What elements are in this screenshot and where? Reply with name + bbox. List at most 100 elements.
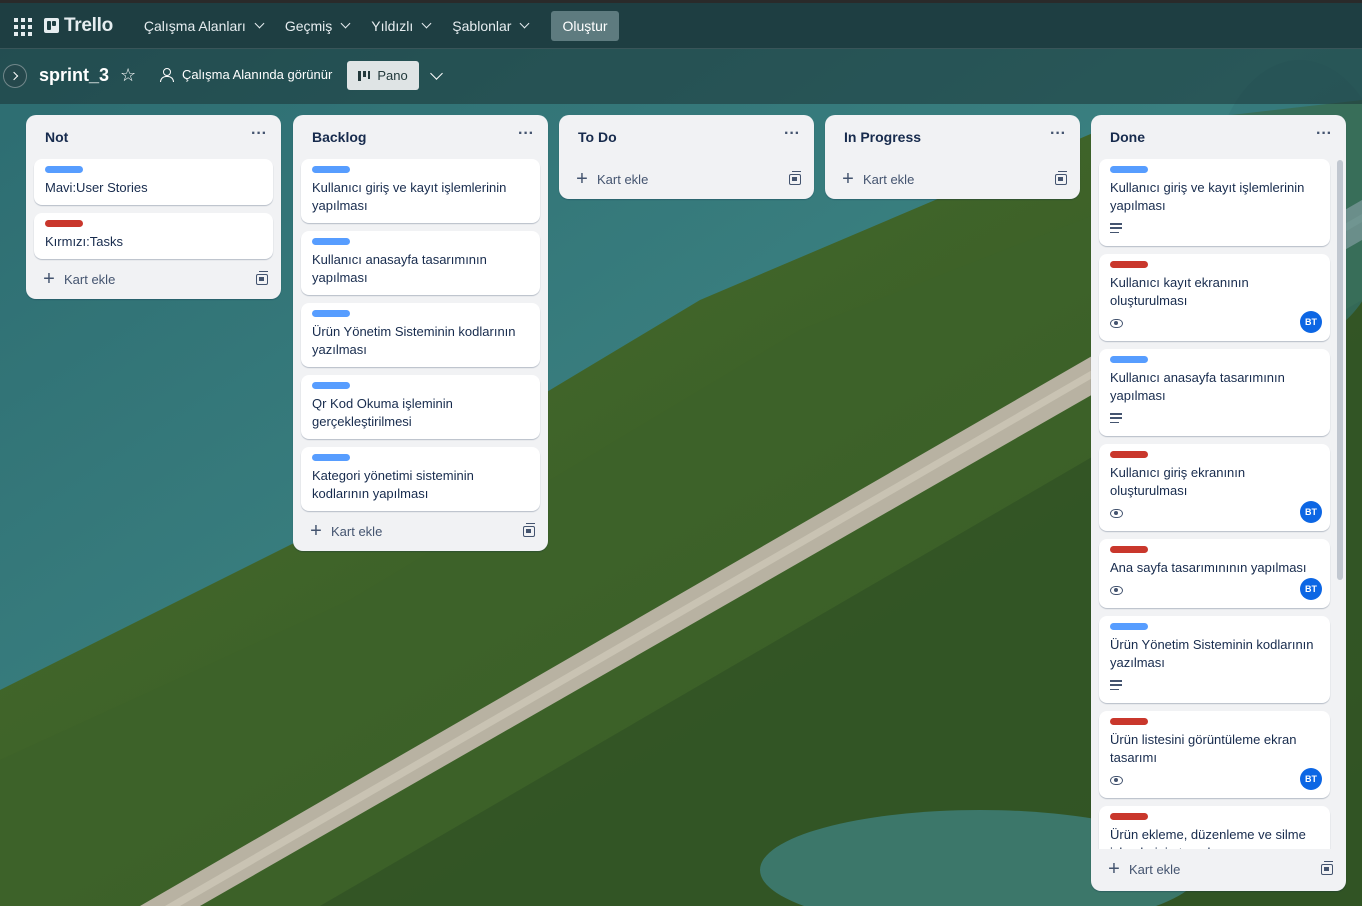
label-blue[interactable]	[45, 166, 83, 173]
card[interactable]: Kullanıcı giriş ve kayıt işlemlerinin ya…	[1099, 159, 1330, 246]
member-avatar[interactable]: BT	[1300, 311, 1322, 333]
list-title[interactable]: In Progress	[844, 129, 921, 145]
card[interactable]: Kullanıcı kayıt ekranının oluşturulması …	[1099, 254, 1330, 341]
label-red[interactable]	[1110, 546, 1148, 553]
visibility-label: Çalışma Alanında görünür	[182, 67, 333, 82]
nav-starred[interactable]: Yıldızlı	[360, 10, 441, 42]
plus-icon: +	[576, 168, 588, 190]
visibility-button[interactable]: Çalışma Alanında görünür	[160, 67, 332, 82]
nav-workspaces[interactable]: Çalışma Alanları	[133, 10, 274, 42]
watching-eye-icon	[1110, 318, 1123, 328]
watching-eye-icon	[1110, 585, 1123, 595]
label-blue[interactable]	[1110, 623, 1148, 630]
card-title: Kullanıcı anasayfa tasarımının yapılması	[312, 252, 487, 285]
card[interactable]: Kullanıcı giriş ve kayıt işlemlerinin ya…	[301, 159, 540, 223]
member-avatar[interactable]: BT	[1300, 578, 1322, 600]
label-blue[interactable]	[1110, 356, 1148, 363]
list-title[interactable]: Backlog	[312, 129, 366, 145]
nav-starred-label: Yıldızlı	[371, 17, 414, 34]
card[interactable]: Kırmızı:Tasks	[34, 213, 273, 259]
add-card-label: Kart ekle	[331, 523, 383, 539]
board-header: sprint_3 ☆ Çalışma Alanında görünür Pano	[0, 49, 1362, 104]
list-menu-icon[interactable]: ···	[1316, 126, 1332, 145]
top-navigation-bar: Trello Çalışma Alanları Geçmiş Yıldızlı …	[0, 0, 1362, 49]
done-card-container: Kullanıcı giriş ve kayıt işlemlerinin ya…	[1091, 159, 1346, 849]
trello-logo-icon	[44, 18, 59, 33]
add-card-label: Kart ekle	[1129, 861, 1181, 877]
add-card-label: Kart ekle	[863, 171, 915, 187]
star-icon[interactable]: ☆	[120, 65, 136, 85]
card-title: Ürün Yönetim Sisteminin kodlarının yazıl…	[312, 324, 516, 357]
add-card-button[interactable]: + Kart ekle	[309, 520, 383, 542]
board-view-button[interactable]: Pano	[347, 61, 419, 90]
add-card-button[interactable]: + Kart ekle	[841, 168, 915, 190]
add-card-button[interactable]: + Kart ekle	[575, 168, 649, 190]
label-blue[interactable]	[312, 310, 350, 317]
list-menu-icon[interactable]: ···	[784, 126, 800, 145]
card[interactable]: Qr Kod Okuma işleminin gerçekleştirilmes…	[301, 375, 540, 439]
add-card-button[interactable]: + Kart ekle	[42, 268, 115, 290]
list-title[interactable]: Done	[1110, 129, 1145, 145]
board-view-icon	[358, 70, 371, 81]
list-menu-icon[interactable]: ···	[518, 126, 534, 145]
card[interactable]: Ürün ekleme, düzenleme ve silme işlemler…	[1099, 806, 1330, 849]
label-red[interactable]	[1110, 451, 1148, 458]
plus-icon: +	[43, 268, 55, 290]
member-avatar[interactable]: BT	[1300, 768, 1322, 790]
list-menu-icon[interactable]: ···	[251, 126, 267, 145]
member-avatar[interactable]: BT	[1300, 501, 1322, 523]
create-from-template-icon[interactable]	[523, 522, 535, 537]
card[interactable]: Kategori yönetimi sisteminin kodlarının …	[301, 447, 540, 511]
add-card-label: Kart ekle	[597, 171, 649, 187]
card[interactable]: Ana sayfa tasarımınının yapılması BT	[1099, 539, 1330, 608]
add-card-row: + Kart ekle	[825, 159, 1080, 199]
label-blue[interactable]	[312, 454, 350, 461]
create-from-template-icon[interactable]	[1055, 170, 1067, 185]
card[interactable]: Ürün listesini görüntüleme ekran tasarım…	[1099, 711, 1330, 798]
nav-templates-label: Şablonlar	[452, 17, 512, 34]
card[interactable]: Kullanıcı giriş ekranının oluşturulması …	[1099, 444, 1330, 531]
nav-workspaces-label: Çalışma Alanları	[143, 17, 246, 34]
card-title: Kategori yönetimi sisteminin kodlarının …	[312, 468, 474, 501]
board-title[interactable]: sprint_3	[39, 65, 109, 86]
card[interactable]: Kullanıcı anasayfa tasarımının yapılması	[1099, 349, 1330, 436]
label-red[interactable]	[45, 220, 83, 227]
view-switcher-chevron-icon[interactable]	[430, 67, 443, 80]
card[interactable]: Mavi:User Stories	[34, 159, 273, 205]
chevron-right-icon	[9, 71, 18, 81]
label-blue[interactable]	[312, 238, 350, 245]
label-red[interactable]	[1110, 261, 1148, 268]
logo-text: Trello	[64, 14, 113, 36]
label-red[interactable]	[1110, 718, 1148, 725]
label-blue[interactable]	[1110, 166, 1148, 173]
create-from-template-icon[interactable]	[256, 270, 268, 285]
card[interactable]: Ürün Yönetim Sisteminin kodlarının yazıl…	[301, 303, 540, 367]
watching-eye-icon	[1110, 508, 1123, 518]
trello-logo[interactable]: Trello	[44, 15, 113, 37]
nav-templates[interactable]: Şablonlar	[441, 10, 539, 42]
list-title[interactable]: Not	[45, 129, 68, 145]
plus-icon: +	[842, 168, 854, 190]
label-blue[interactable]	[312, 382, 350, 389]
label-red[interactable]	[1110, 813, 1148, 820]
list-not: Not ··· Mavi:User Stories Kırmızı:Tasks …	[26, 115, 281, 299]
add-card-row: + Kart ekle	[293, 511, 548, 551]
create-from-template-icon[interactable]	[789, 170, 801, 185]
add-card-button[interactable]: + Kart ekle	[1107, 858, 1181, 880]
nav-recent[interactable]: Geçmiş	[274, 10, 360, 42]
list-in-progress: In Progress ··· + Kart ekle	[825, 115, 1080, 199]
plus-icon: +	[1108, 858, 1120, 880]
create-button[interactable]: Oluştur	[551, 10, 619, 41]
list-title[interactable]: To Do	[578, 129, 617, 145]
card[interactable]: Kullanıcı anasayfa tasarımının yapılması	[301, 231, 540, 295]
card-title: Ana sayfa tasarımınının yapılması	[1110, 560, 1307, 575]
watching-eye-icon	[1110, 775, 1123, 785]
plus-icon: +	[310, 520, 322, 542]
label-blue[interactable]	[312, 166, 350, 173]
chevron-down-icon	[340, 18, 351, 29]
card[interactable]: Ürün Yönetim Sisteminin kodlarının yazıl…	[1099, 616, 1330, 703]
list-menu-icon[interactable]: ···	[1050, 126, 1066, 145]
app-switcher-icon[interactable]	[12, 16, 32, 36]
create-from-template-icon[interactable]	[1321, 860, 1333, 875]
sidebar-toggle-button[interactable]	[3, 64, 27, 88]
